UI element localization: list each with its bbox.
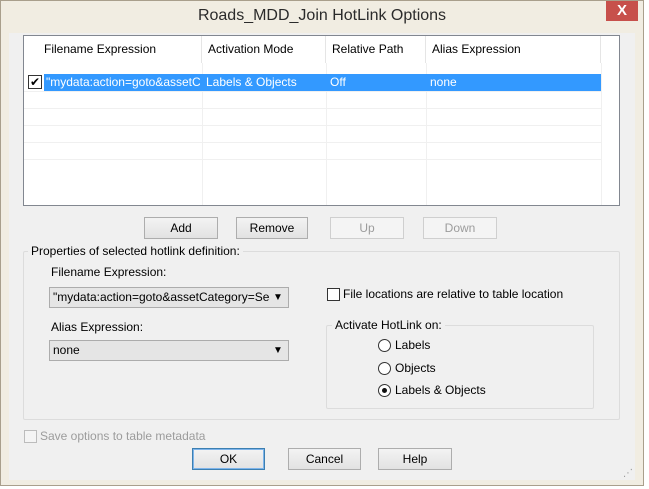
grid-line <box>601 63 602 205</box>
grid-line <box>24 108 601 109</box>
radio-labels-text: Labels <box>395 338 431 352</box>
list-header: Filename Expression Activation Mode Rela… <box>24 36 619 63</box>
row-checkbox[interactable]: ✔ <box>28 75 42 89</box>
window-title: Roads_MDD_Join HotLink Options <box>197 7 447 24</box>
title-bar[interactable]: Roads_MDD_Join HotLink Options X <box>1 1 643 33</box>
relative-path-label: File locations are relative to table loc… <box>343 287 564 301</box>
column-header-alias[interactable]: Alias Expression <box>426 36 601 63</box>
cell-activation: Labels & Objects <box>206 75 297 89</box>
down-button[interactable]: Down <box>423 217 497 239</box>
radio-labels-and-objects[interactable] <box>378 384 391 397</box>
relative-path-checkbox[interactable] <box>327 288 340 301</box>
filename-expression-label: Filename Expression: <box>51 265 167 279</box>
resize-grip-icon[interactable]: ⋰ <box>623 468 633 479</box>
cell-alias: none <box>430 75 457 89</box>
cancel-button[interactable]: Cancel <box>288 448 361 470</box>
alias-expression-label: Alias Expression: <box>51 320 144 334</box>
filename-expression-combo[interactable]: "mydata:action=goto&assetCategory=Sealed… <box>49 287 289 308</box>
column-header-activation[interactable]: Activation Mode <box>202 36 326 63</box>
grid-line <box>24 142 601 143</box>
alias-expression-value: none <box>53 343 80 357</box>
chevron-down-icon[interactable]: ▼ <box>272 341 284 360</box>
cell-filename: "mydata:action=goto&assetCa... <box>46 75 200 89</box>
properties-group-label: Properties of selected hotlink definitio… <box>28 244 243 258</box>
activate-hotlink-label: Activate HotLink on: <box>332 318 445 332</box>
add-button[interactable]: Add <box>144 217 218 239</box>
grid-line <box>24 159 601 160</box>
grid-line <box>24 91 601 92</box>
hotlink-list[interactable]: Filename Expression Activation Mode Rela… <box>23 35 620 206</box>
alias-expression-combo[interactable]: none ▼ <box>49 340 289 361</box>
dialog-body: Filename Expression Activation Mode Rela… <box>9 33 635 480</box>
filename-expression-value: "mydata:action=goto&assetCategory=Sealed… <box>53 290 270 304</box>
column-header-relative-path[interactable]: Relative Path <box>326 36 426 63</box>
close-icon: X <box>616 2 627 19</box>
column-header-filename[interactable]: Filename Expression <box>38 36 202 63</box>
save-metadata-checkbox[interactable] <box>24 430 37 443</box>
radio-labels[interactable] <box>378 339 391 352</box>
grid-line <box>24 125 601 126</box>
radio-selected-dot <box>382 388 387 393</box>
remove-button[interactable]: Remove <box>236 217 308 239</box>
chevron-down-icon[interactable]: ▼ <box>272 288 284 307</box>
save-metadata-label: Save options to table metadata <box>40 429 206 443</box>
hotlink-options-dialog: Roads_MDD_Join HotLink Options X Filenam… <box>0 0 644 486</box>
radio-objects[interactable] <box>378 362 391 375</box>
close-button[interactable]: X <box>606 1 638 21</box>
radio-objects-text: Objects <box>395 361 436 375</box>
ok-button[interactable]: OK <box>192 448 265 470</box>
cell-relative-path: Off <box>330 75 346 89</box>
check-icon: ✔ <box>29 75 41 89</box>
up-button[interactable]: Up <box>330 217 404 239</box>
radio-labels-and-objects-text: Labels & Objects <box>395 383 486 397</box>
help-button[interactable]: Help <box>378 448 452 470</box>
